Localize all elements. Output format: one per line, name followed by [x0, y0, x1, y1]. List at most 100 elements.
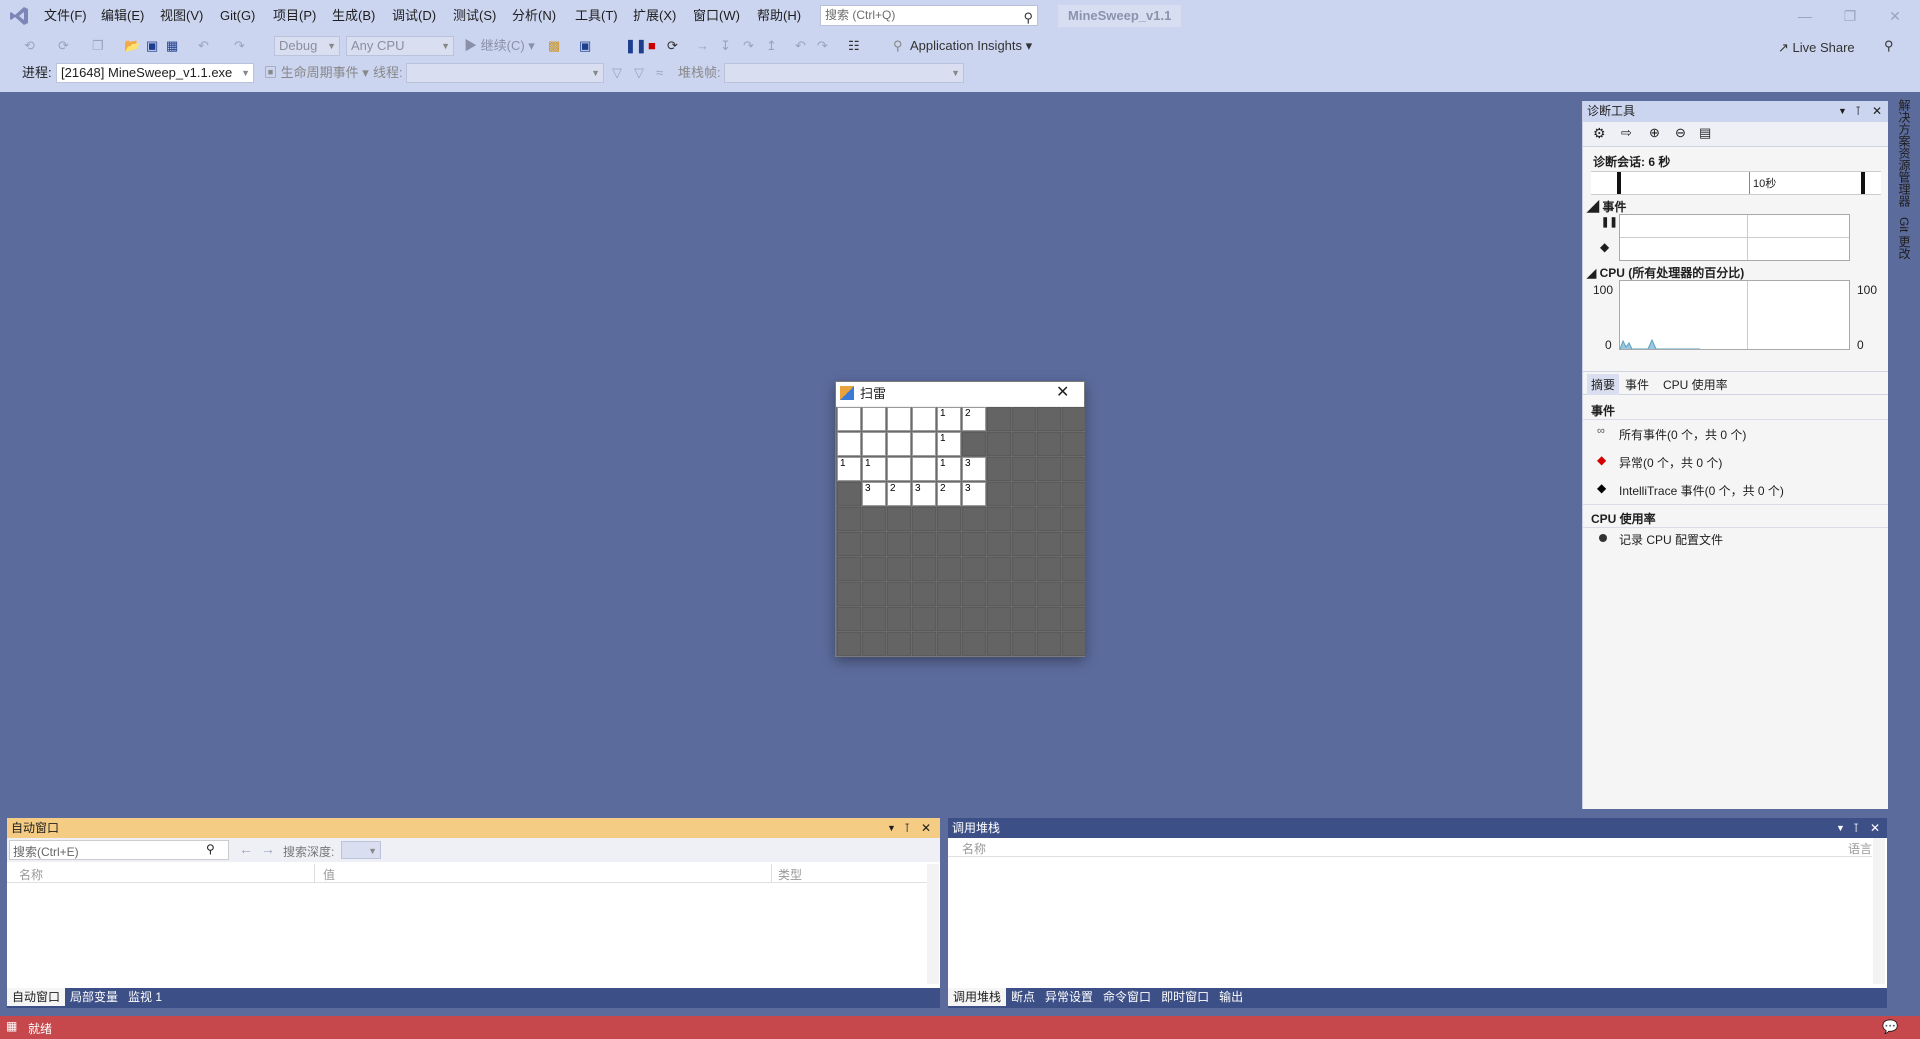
mine-cell[interactable] [1037, 532, 1061, 556]
autos-search-input[interactable]: 搜索(Ctrl+E) ⚲ [9, 840, 229, 860]
menu-extensions[interactable]: 扩展(X) [633, 6, 676, 26]
breakpoint-toggle-icon[interactable]: ☷ [848, 36, 860, 56]
mine-cell[interactable]: 1 [937, 457, 961, 481]
mine-cell[interactable] [912, 532, 936, 556]
tab-output[interactable]: 输出 [1214, 988, 1248, 1006]
back-arrow-icon[interactable]: ← [239, 841, 253, 857]
exceptions-link[interactable]: 异常(0 个，共 0 个) [1619, 454, 1722, 471]
mine-cell[interactable]: 2 [937, 482, 961, 506]
mine-cell[interactable] [1012, 557, 1036, 581]
close-window-icon[interactable]: ✕ [1883, 6, 1907, 26]
tab-watch-1[interactable]: 监视 1 [123, 988, 167, 1006]
mine-cell[interactable] [837, 557, 861, 581]
mine-cell[interactable]: 2 [887, 482, 911, 506]
tab-events[interactable]: 事件 [1625, 376, 1649, 393]
mine-cell[interactable] [1062, 532, 1086, 556]
new-project-icon[interactable]: ❐ [92, 36, 104, 56]
mine-cell[interactable] [962, 532, 986, 556]
mine-cell[interactable] [1062, 582, 1086, 606]
intellitrace-link[interactable]: IntelliTrace 事件(0 个，共 0 个) [1619, 482, 1784, 499]
mine-cell[interactable] [837, 407, 861, 431]
mine-cell[interactable] [862, 632, 886, 656]
mine-cell[interactable] [962, 582, 986, 606]
pin-icon[interactable]: ⊺ [1853, 818, 1859, 838]
restore-icon[interactable]: ❐ [1838, 6, 1862, 26]
minimize-icon[interactable]: — [1793, 6, 1817, 26]
mine-cell[interactable] [1037, 432, 1061, 456]
menu-project[interactable]: 项目(P) [273, 6, 316, 26]
mine-cell[interactable] [837, 632, 861, 656]
mine-cell[interactable] [962, 432, 986, 456]
mine-cell[interactable] [987, 432, 1011, 456]
mine-cell[interactable] [1037, 407, 1061, 431]
mine-cell[interactable] [987, 507, 1011, 531]
thread-select[interactable]: ▼ [406, 63, 604, 83]
mine-cell[interactable]: 3 [862, 482, 886, 506]
mine-cell[interactable] [1062, 507, 1086, 531]
mine-cell[interactable] [987, 457, 1011, 481]
menu-git[interactable]: Git(G) [220, 6, 255, 26]
menu-debug[interactable]: 调试(D) [392, 6, 436, 26]
mine-cell[interactable] [987, 482, 1011, 506]
mine-cell[interactable] [1037, 607, 1061, 631]
mine-cell[interactable] [1062, 432, 1086, 456]
cpu-section-title[interactable]: ◢ CPU (所有处理器的百分比) [1587, 264, 1744, 281]
hot-reload-icon[interactable]: ▩ [548, 36, 560, 56]
minesweeper-close-icon[interactable]: ✕ [1056, 383, 1069, 403]
tab-autos[interactable]: 自动窗口 [7, 988, 66, 1006]
mine-cell[interactable] [937, 532, 961, 556]
mine-cell[interactable] [1062, 457, 1086, 481]
column-value[interactable]: 值 [323, 866, 335, 883]
mine-cell[interactable] [1012, 432, 1036, 456]
menu-build[interactable]: 生成(B) [332, 6, 375, 26]
timeline-end-handle[interactable] [1861, 172, 1865, 194]
mine-cell[interactable] [1012, 457, 1036, 481]
save-all-icon[interactable]: ▦ [166, 36, 178, 56]
step-into-icon[interactable]: ↧ [720, 36, 731, 56]
mine-cell[interactable] [1062, 482, 1086, 506]
filter-off-icon[interactable]: ▽ [634, 63, 644, 83]
flag-threads-icon[interactable]: ≈ [656, 63, 663, 83]
step-out-icon[interactable]: ↥ [766, 36, 777, 56]
mine-cell[interactable] [1037, 507, 1061, 531]
minesweeper-window[interactable]: 扫雷 ✕ 121111332323 [835, 381, 1086, 657]
mine-cell[interactable] [862, 582, 886, 606]
close-panel-icon[interactable]: ✕ [1870, 818, 1880, 838]
mine-cell[interactable] [962, 507, 986, 531]
mine-cell[interactable]: 1 [937, 432, 961, 456]
tab-call-stack[interactable]: 调用堆栈 [948, 988, 1007, 1006]
mine-cell[interactable] [1062, 557, 1086, 581]
chart-icon[interactable]: ▤ [1699, 125, 1711, 141]
close-panel-icon[interactable]: ✕ [921, 818, 931, 838]
mine-cell[interactable] [862, 607, 886, 631]
mine-cell[interactable] [887, 632, 911, 656]
redo-icon[interactable]: ↷ [234, 36, 245, 56]
search-depth-select[interactable]: ▼ [341, 841, 381, 859]
search-input[interactable]: 搜索 (Ctrl+Q) ⚲ [820, 5, 1038, 26]
mine-cell[interactable] [1012, 582, 1036, 606]
panel-menu-icon[interactable]: ▼ [1836, 818, 1845, 838]
mine-cell[interactable] [962, 632, 986, 656]
menu-file[interactable]: 文件(F) [44, 6, 87, 26]
mine-cell[interactable] [937, 582, 961, 606]
mine-cell[interactable] [1062, 607, 1086, 631]
search-icon[interactable]: ⚲ [206, 842, 215, 856]
configuration-select[interactable]: Debug ▼ [274, 36, 340, 56]
mine-cell[interactable] [837, 582, 861, 606]
undo-icon[interactable]: ↶ [198, 36, 209, 56]
step-forward-icon[interactable]: ↷ [817, 36, 828, 56]
mine-cell[interactable] [987, 557, 1011, 581]
filter-icon[interactable]: ▽ [612, 63, 622, 83]
column-type[interactable]: 类型 [778, 866, 802, 883]
mine-cell[interactable] [1037, 582, 1061, 606]
mine-cell[interactable] [887, 582, 911, 606]
mine-cell[interactable] [937, 507, 961, 531]
mine-cell[interactable] [862, 432, 886, 456]
mine-cell[interactable]: 1 [862, 457, 886, 481]
menu-analyze[interactable]: 分析(N) [512, 6, 556, 26]
mine-cell[interactable] [1037, 482, 1061, 506]
pause-icon[interactable]: ❚❚ [625, 36, 647, 56]
column-name[interactable]: 名称 [19, 866, 43, 883]
save-icon[interactable]: ▣ [146, 36, 158, 56]
mine-cell[interactable] [937, 632, 961, 656]
